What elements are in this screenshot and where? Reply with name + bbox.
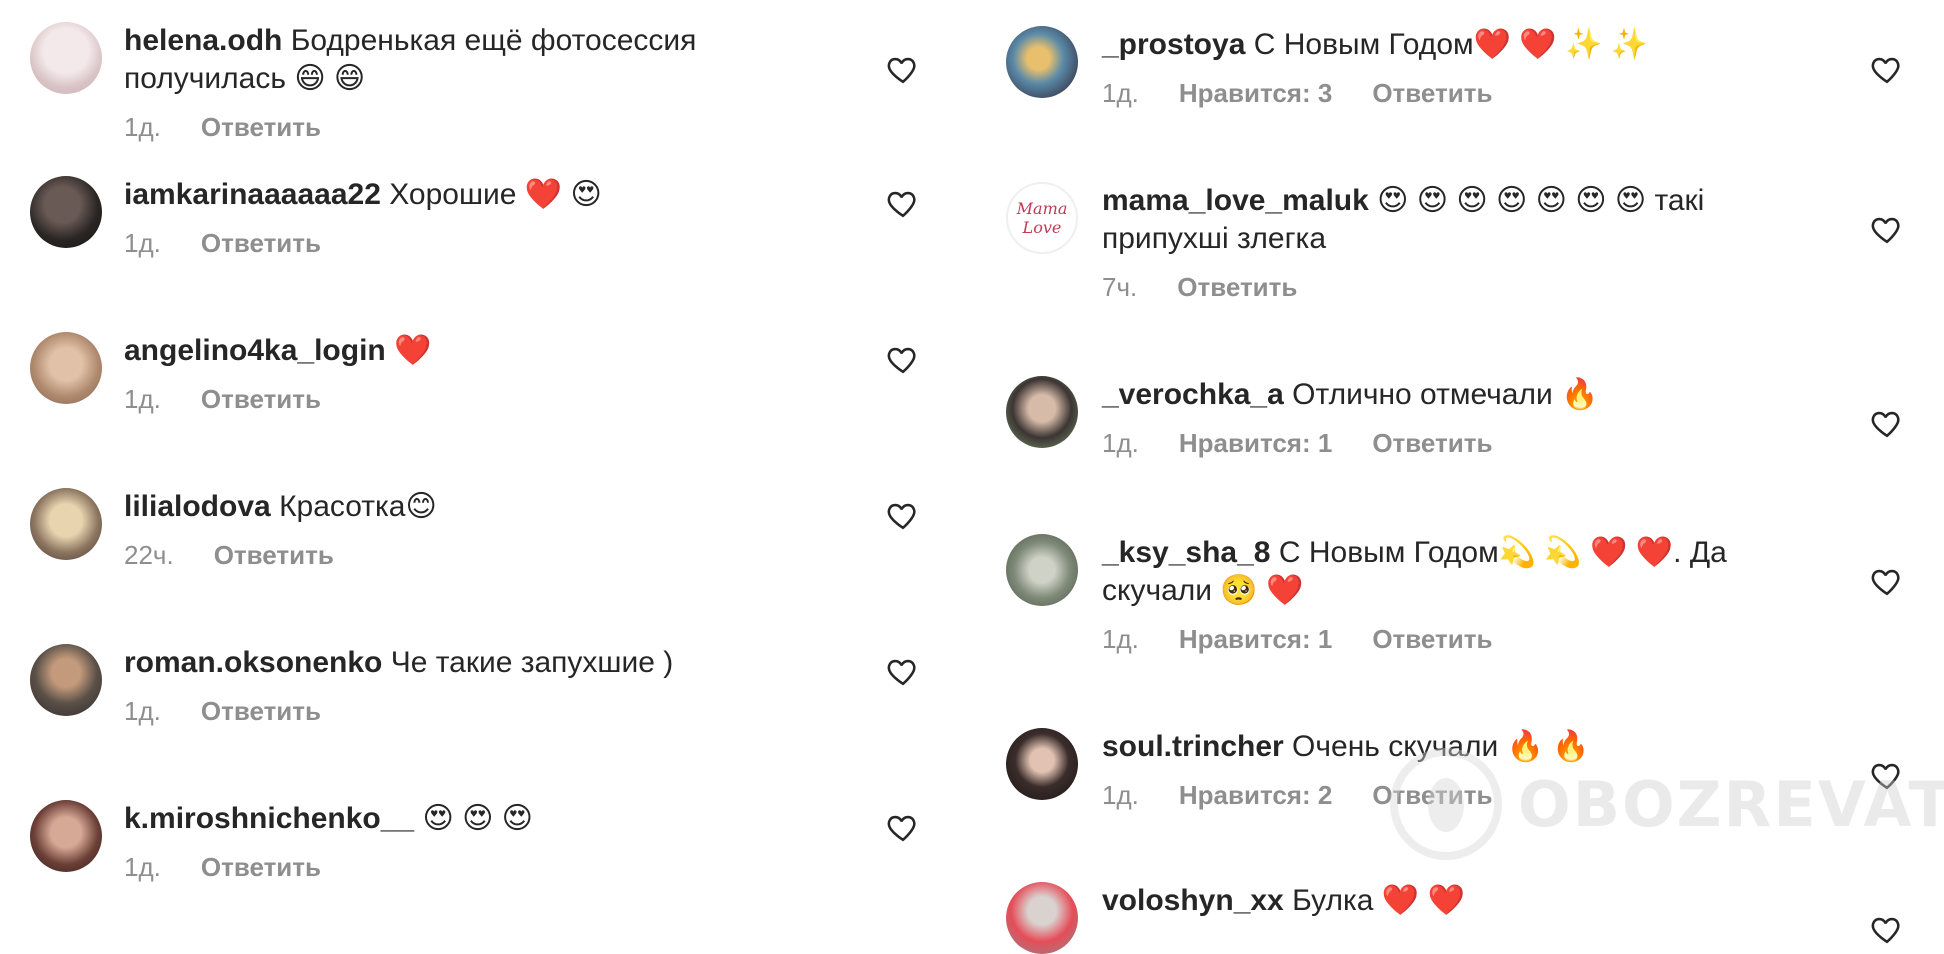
comments-column-right: _prostoya С Новым Годом❤️ ❤️ ✨ ✨ 1д. Нрав… <box>972 0 1944 954</box>
like-heart-icon[interactable] <box>1870 564 1904 598</box>
comment-time: 1д. <box>1102 428 1139 458</box>
comment-username[interactable]: soul.trincher <box>1102 730 1284 763</box>
reply-button[interactable]: Ответить <box>214 540 334 571</box>
comment-text: Очень скучали 🔥 🔥 <box>1292 730 1590 763</box>
comment-username[interactable]: roman.oksonenko <box>124 646 382 679</box>
like-heart-icon[interactable] <box>886 810 920 844</box>
reply-button[interactable]: Ответить <box>1372 780 1492 811</box>
comment-username[interactable]: k.miroshnichenko__ <box>124 802 414 835</box>
comment-username[interactable]: voloshyn_xx <box>1102 884 1284 917</box>
reply-button[interactable]: Ответить <box>201 228 321 259</box>
avatar[interactable] <box>1006 728 1078 800</box>
comment-time: 22ч. <box>124 540 174 570</box>
reply-button[interactable]: Ответить <box>1372 78 1492 109</box>
comment-time: 1д. <box>1102 780 1139 810</box>
like-heart-icon[interactable] <box>886 186 920 220</box>
reply-button[interactable]: Ответить <box>1372 624 1492 655</box>
avatar[interactable] <box>1006 26 1078 98</box>
comment-text: Хорошие ❤️ 😍 <box>389 178 602 211</box>
comment-text: С Новым Годом❤️ ❤️ ✨ ✨ <box>1253 28 1649 61</box>
reply-button[interactable]: Ответить <box>201 384 321 415</box>
likes-count[interactable]: Нравится: 3 <box>1179 78 1332 109</box>
comment-time: 1д. <box>1102 624 1139 654</box>
comment-username[interactable]: angelino4ka_login <box>124 334 386 367</box>
like-heart-icon[interactable] <box>1870 212 1904 246</box>
avatar[interactable] <box>30 176 102 248</box>
comment-time: 1д. <box>1102 78 1139 108</box>
reply-button[interactable]: Ответить <box>201 112 321 143</box>
comment-text: 😍 😍 😍 <box>422 802 533 835</box>
avatar[interactable] <box>1006 534 1078 606</box>
avatar[interactable] <box>30 22 102 94</box>
avatar[interactable] <box>1006 376 1078 448</box>
reply-button[interactable]: Ответить <box>201 852 321 883</box>
comment-text: ❤️ <box>394 334 432 367</box>
like-heart-icon[interactable] <box>1870 406 1904 440</box>
like-heart-icon[interactable] <box>886 654 920 688</box>
svg-text:Love: Love <box>1022 218 1062 237</box>
comment-text: Че такие запухшие ) <box>390 646 674 679</box>
comment-time: 7ч. <box>1102 272 1138 302</box>
likes-count[interactable]: Нравится: 1 <box>1179 624 1332 655</box>
like-heart-icon[interactable] <box>1870 52 1904 86</box>
comment-username[interactable]: helena.odh <box>124 24 282 57</box>
like-heart-icon[interactable] <box>886 342 920 376</box>
comment-time: 1д. <box>124 852 161 882</box>
likes-count[interactable]: Нравится: 1 <box>1179 428 1332 459</box>
comment-text: Отлично отмечали 🔥 <box>1292 378 1599 411</box>
reply-button[interactable]: Ответить <box>201 696 321 727</box>
comment-time: 1д. <box>124 228 161 258</box>
comment-username[interactable]: lilialodova <box>124 490 271 523</box>
comment-text: Красотка😊 <box>279 490 437 523</box>
avatar[interactable] <box>30 332 102 404</box>
like-heart-icon[interactable] <box>1870 758 1904 792</box>
comment-username[interactable]: mama_love_maluk <box>1102 184 1369 217</box>
avatar[interactable] <box>30 488 102 560</box>
svg-text:Mama: Mama <box>1016 199 1068 218</box>
comment-time: 1д. <box>124 384 161 414</box>
likes-count[interactable]: Нравится: 2 <box>1179 780 1332 811</box>
comment-username[interactable]: _verochka_a <box>1102 378 1284 411</box>
avatar[interactable] <box>30 644 102 716</box>
like-heart-icon[interactable] <box>1870 912 1904 946</box>
comment-username[interactable]: _prostoya <box>1102 28 1245 61</box>
reply-button[interactable]: Ответить <box>1177 272 1297 303</box>
comment-time: 1д. <box>124 696 161 726</box>
reply-button[interactable]: Ответить <box>1372 428 1492 459</box>
avatar[interactable]: Mama Love <box>1006 182 1078 254</box>
avatar[interactable] <box>1006 882 1078 954</box>
comment-username[interactable]: iamkarinaaaaaa22 <box>124 178 381 211</box>
comment-username[interactable]: _ksy_sha_8 <box>1102 536 1271 569</box>
comment-text: Булка ❤️ ❤️ <box>1292 884 1465 917</box>
comment-time: 1д. <box>124 112 161 142</box>
avatar[interactable] <box>30 800 102 872</box>
like-heart-icon[interactable] <box>886 52 920 86</box>
comments-column-left: helena.odh Бодренькая ещё фотосессия пол… <box>0 0 972 924</box>
mama-love-logo: Mama Love <box>1016 199 1068 237</box>
like-heart-icon[interactable] <box>886 498 920 532</box>
